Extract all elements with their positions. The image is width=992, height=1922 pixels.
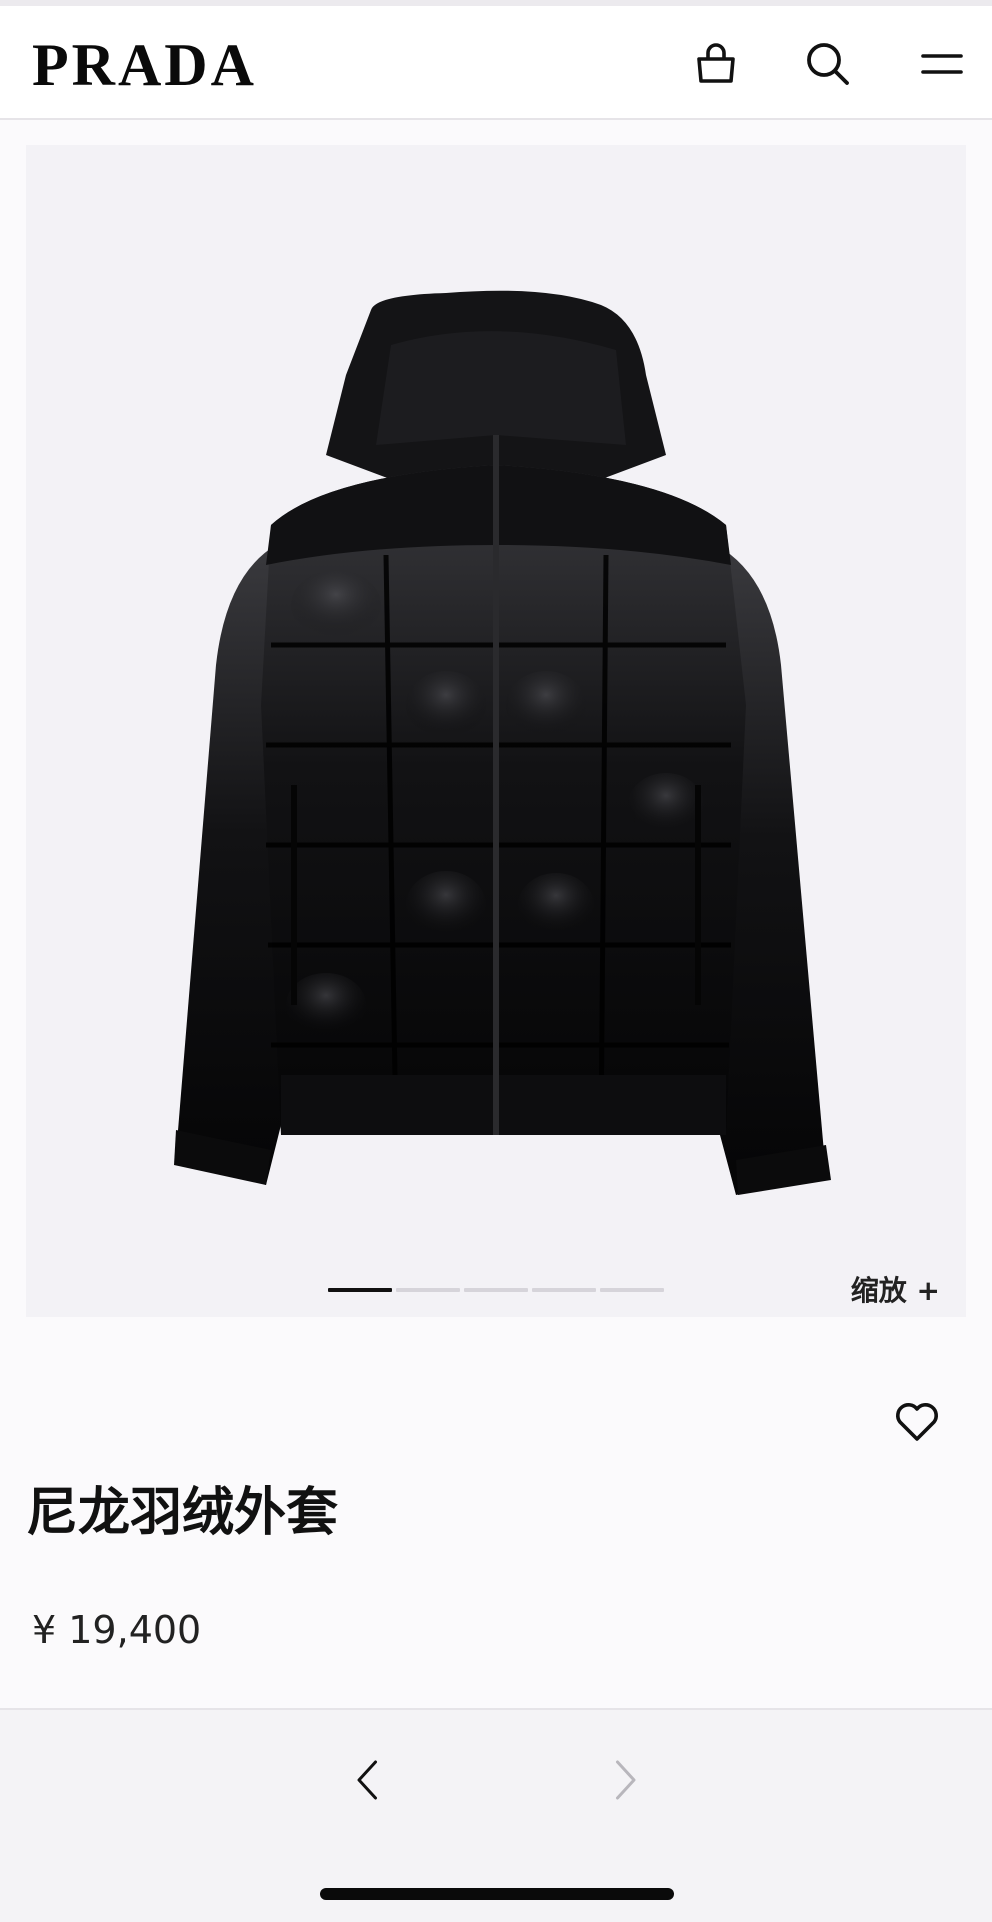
site-header: PRADA [0,6,992,120]
product-image[interactable] [26,145,966,1317]
zoom-button[interactable]: 缩放 + [851,1269,940,1309]
chevron-right-icon[interactable] [595,1750,655,1810]
slide-dot[interactable] [328,1288,392,1292]
product-image-gallery[interactable]: 缩放 + [26,145,966,1317]
search-icon[interactable] [796,32,860,96]
menu-icon[interactable] [908,32,972,96]
heart-icon[interactable] [890,1395,944,1449]
slide-dot[interactable] [396,1288,460,1292]
chevron-left-icon[interactable] [338,1750,398,1810]
slide-dot[interactable] [532,1288,596,1292]
home-indicator [320,1888,674,1900]
brand-logo[interactable]: PRADA [32,30,257,100]
shopping-bag-icon[interactable] [684,32,748,96]
slide-dot[interactable] [464,1288,528,1292]
product-price: ¥ 19,400 [32,1608,202,1652]
slide-indicator [328,1288,664,1292]
slide-dot[interactable] [600,1288,664,1292]
product-title: 尼龙羽绒外套 [26,1483,339,1543]
